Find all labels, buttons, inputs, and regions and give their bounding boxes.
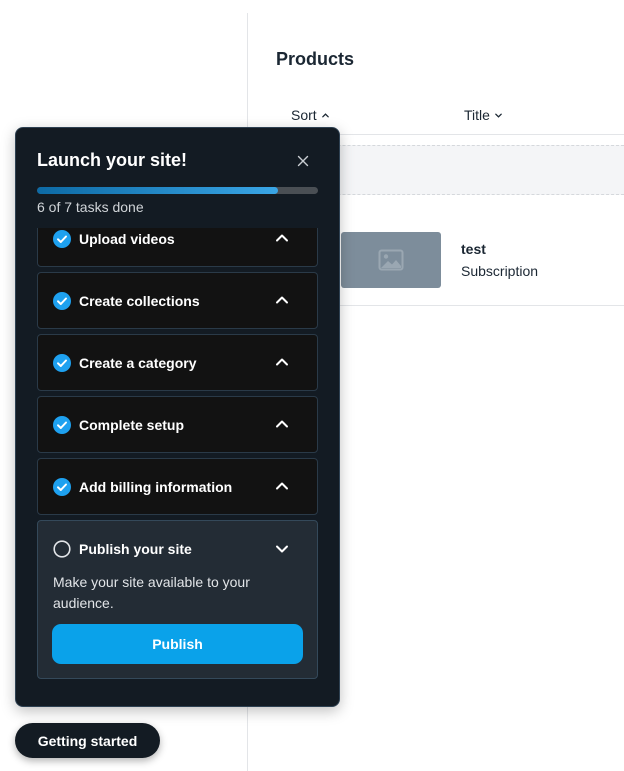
- check-circle-icon: [53, 230, 71, 248]
- chevron-up-icon[interactable]: [275, 357, 289, 367]
- column-header-sort[interactable]: Sort: [291, 107, 330, 123]
- task-label: Add billing information: [79, 479, 233, 495]
- task-label: Create a category: [79, 355, 197, 371]
- page-title: Products: [276, 49, 355, 69]
- progress-bar: [37, 187, 318, 194]
- task-item[interactable]: Complete setup: [37, 396, 318, 453]
- chevron-down-icon: [495, 113, 502, 118]
- task-item[interactable]: Create collections: [37, 272, 318, 329]
- check-circle-icon: [53, 478, 71, 496]
- product-name[interactable]: test: [461, 241, 486, 257]
- task-item[interactable]: Upload videos: [37, 228, 318, 267]
- task-item[interactable]: Create a category: [37, 334, 318, 391]
- check-circle-icon: [53, 354, 71, 372]
- progress-label: 6 of 7 tasks done: [37, 199, 144, 215]
- column-header-label: Title: [464, 107, 490, 123]
- getting-started-button[interactable]: Getting started: [15, 723, 160, 758]
- task-label: Upload videos: [79, 231, 175, 247]
- product-type: Subscription: [461, 263, 539, 279]
- chevron-up-icon[interactable]: [275, 481, 289, 491]
- check-circle-icon: [53, 416, 71, 434]
- task-label: Complete setup: [79, 417, 185, 433]
- panel-title: Launch your site!: [37, 150, 188, 170]
- chevron-up-icon[interactable]: [275, 295, 289, 305]
- empty-circle-icon: [53, 540, 71, 558]
- column-header-label: Sort: [291, 107, 317, 123]
- task-item-expanded: Publish your site Make your site availab…: [37, 520, 318, 679]
- progress-bar-fill: [37, 187, 278, 194]
- check-circle-icon: [53, 292, 71, 310]
- column-header-title[interactable]: Title: [464, 107, 503, 123]
- task-description: Make your site available to your audienc…: [53, 574, 250, 611]
- chevron-up-icon: [321, 112, 329, 117]
- publish-button[interactable]: Publish: [52, 624, 303, 664]
- chevron-up-icon[interactable]: [275, 419, 289, 429]
- chevron-up-icon[interactable]: [275, 233, 289, 243]
- task-list[interactable]: Upload videos Create collections Create …: [37, 228, 318, 706]
- task-label: Create collections: [79, 293, 200, 309]
- task-label: Publish your site: [79, 541, 192, 557]
- launch-checklist-panel: Launch your site! 6 of 7 tasks done Uplo…: [15, 127, 340, 707]
- product-thumbnail: [341, 232, 441, 288]
- chevron-down-icon[interactable]: [275, 544, 289, 554]
- task-item[interactable]: Add billing information: [37, 458, 318, 515]
- close-icon[interactable]: [296, 154, 310, 168]
- image-placeholder-icon: [378, 249, 404, 271]
